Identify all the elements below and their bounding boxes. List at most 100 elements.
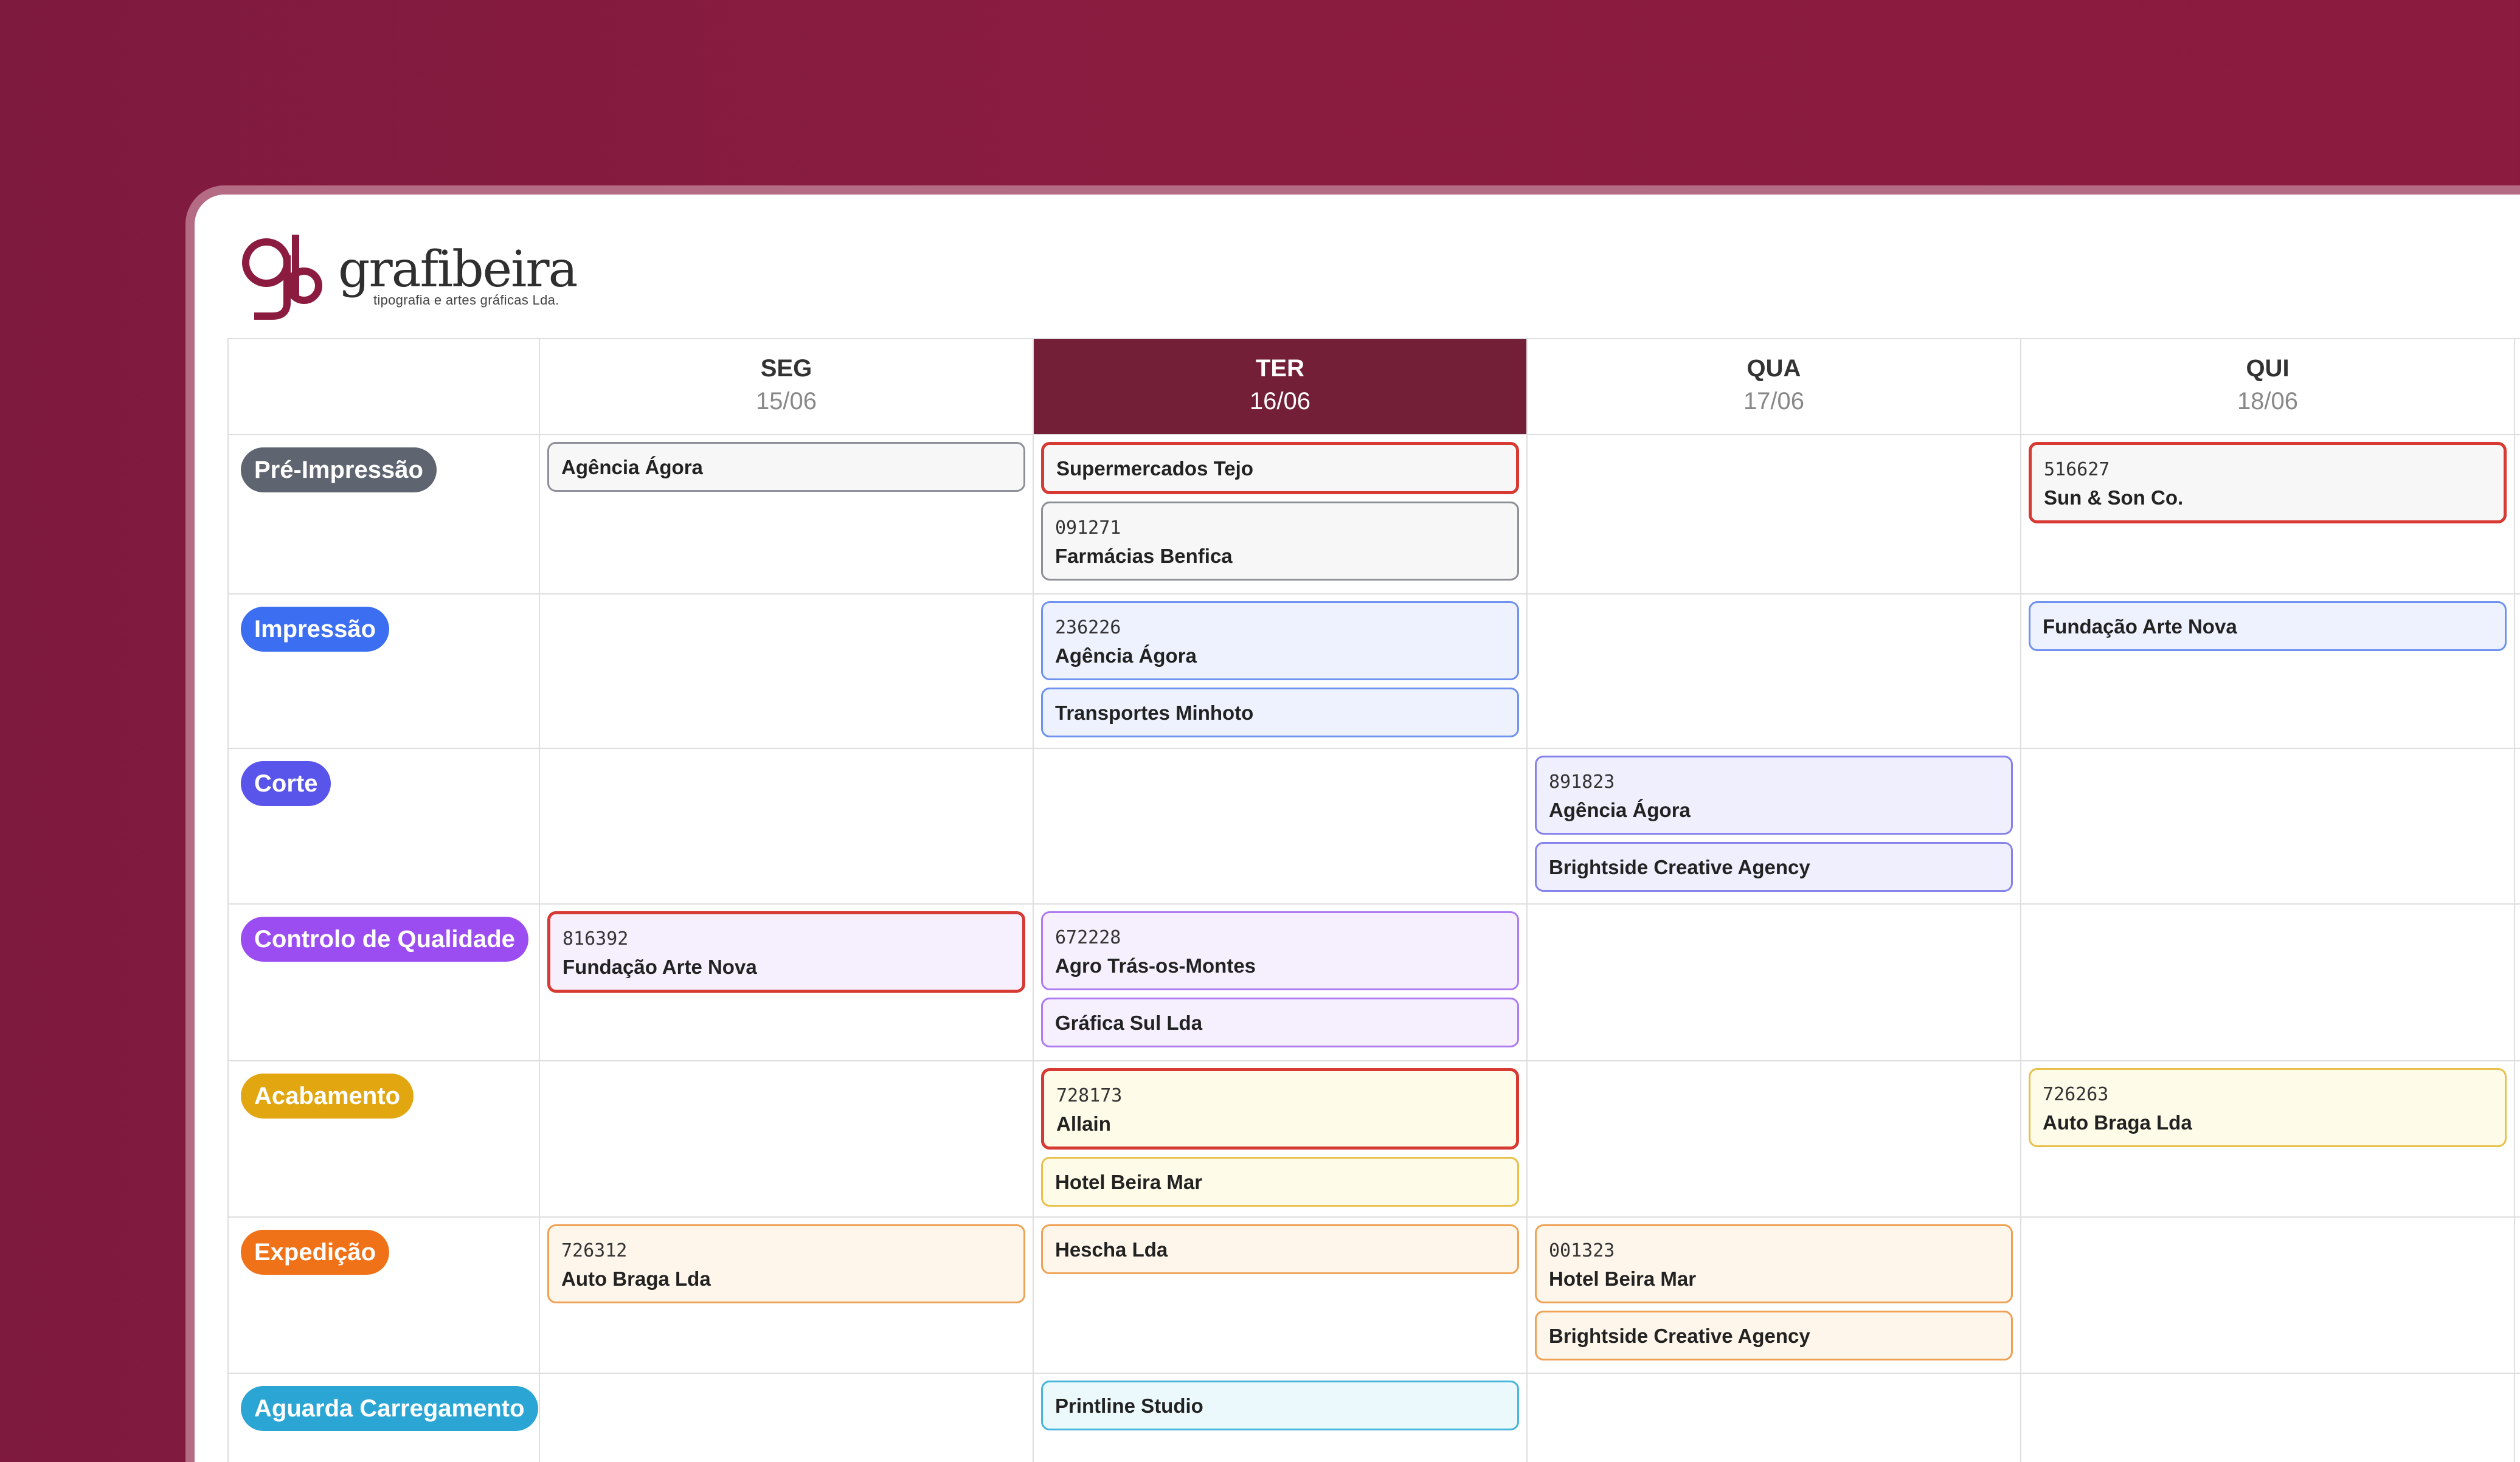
job-card[interactable]: Printline Studio (1041, 1381, 1519, 1430)
job-card[interactable]: Transportes Minhoto (1041, 688, 1519, 737)
brand-tagline: tipografia e artes gráficas Lda. (373, 292, 559, 308)
job-client: Brightside Creative Agency (1549, 856, 1810, 878)
day-cell: 516627 Sun & Son Co. (2021, 435, 2515, 595)
job-card[interactable]: Fundação Arte Nova (2029, 601, 2507, 651)
day-header-qui[interactable]: QUI 18/06 (2021, 339, 2515, 435)
day-cell (2021, 905, 2515, 1061)
stage-badge-controlo-qualidade: Controlo de Qualidade (241, 917, 528, 962)
job-client: Agência Ágora (561, 456, 703, 478)
stage-badge-corte: Corte (241, 761, 331, 806)
day-name: SEG (760, 355, 812, 382)
day-cell: Supermercados Tejo 091271 Farmácias Benf… (1034, 435, 1528, 595)
overflow-cell (2515, 749, 2520, 905)
day-header-ter[interactable]: TER 16/06 (1034, 339, 1528, 435)
job-client: Auto Braga Lda (2043, 1111, 2192, 1134)
stage-cell: Expedição (229, 1218, 540, 1374)
day-header-qua[interactable]: QUA 17/06 (1528, 339, 2021, 435)
stage-cell: Pré-Impressão (229, 435, 540, 595)
day-cell (2021, 1218, 2515, 1374)
day-cell (1528, 595, 2021, 749)
job-code: 001323 (1549, 1240, 1615, 1261)
job-code: 236226 (1055, 617, 1121, 638)
job-card[interactable]: 728173 Allain (1041, 1068, 1519, 1150)
day-cell (1528, 905, 2021, 1061)
stage-cell: Controlo de Qualidade (229, 905, 540, 1061)
day-date: 18/06 (2237, 388, 2299, 415)
day-cell: 236226 Agência Ágora Transportes Minhoto (1034, 595, 1528, 749)
stage-badge-acabamento: Acabamento (241, 1074, 414, 1119)
day-cell: Hescha Lda (1034, 1218, 1528, 1374)
job-card[interactable]: 516627 Sun & Son Co. (2029, 442, 2507, 523)
job-client: Sun & Son Co. (2044, 486, 2184, 509)
job-client: Printline Studio (1055, 1395, 1203, 1417)
job-code: 816392 (562, 928, 629, 950)
day-name: QUI (2246, 355, 2290, 382)
job-card[interactable]: 891823 Agência Ágora (1535, 756, 2013, 835)
overflow-cell (2515, 1218, 2520, 1374)
day-cell: 726312 Auto Braga Lda (540, 1218, 1034, 1374)
stage-cell: Acabamento (229, 1061, 540, 1218)
job-card[interactable]: 816392 Fundação Arte Nova (547, 911, 1025, 993)
job-card[interactable]: 236226 Agência Ágora (1041, 601, 1519, 680)
job-client: Hotel Beira Mar (1549, 1267, 1697, 1290)
job-card[interactable]: 001323 Hotel Beira Mar (1535, 1224, 2013, 1303)
stage-cell: Aguarda Carregamento (229, 1374, 540, 1462)
stage-badge-aguarda-carregamento: Aguarda Carregamento (241, 1386, 538, 1431)
overflow-cell (2515, 595, 2520, 749)
day-cell (1528, 1374, 2021, 1462)
job-code: 672228 (1055, 927, 1121, 948)
job-card[interactable]: 726312 Auto Braga Lda (547, 1224, 1025, 1303)
day-cell: 728173 Allain Hotel Beira Mar (1034, 1061, 1528, 1218)
day-cell (540, 595, 1034, 749)
job-client: Farmácias Benfica (1055, 545, 1233, 567)
gb-monogram-icon (242, 235, 322, 320)
job-card[interactable]: Gráfica Sul Lda (1041, 998, 1519, 1047)
day-date: 17/06 (1743, 388, 1805, 415)
job-client: Agência Ágora (1055, 644, 1197, 667)
day-cell: Printline Studio (1034, 1374, 1528, 1462)
job-card[interactable]: Supermercados Tejo (1041, 442, 1519, 494)
job-card[interactable]: Hescha Lda (1041, 1224, 1519, 1274)
day-header-seg[interactable]: SEG 15/06 (540, 339, 1034, 435)
job-card[interactable]: Brightside Creative Agency (1535, 1311, 2013, 1360)
job-code: 728173 (1056, 1085, 1123, 1106)
day-cell: 816392 Fundação Arte Nova (540, 905, 1034, 1061)
corner-cell (229, 339, 540, 435)
job-client: Hotel Beira Mar (1055, 1171, 1203, 1193)
job-card[interactable]: 672228 Agro Trás-os-Montes (1041, 911, 1519, 990)
day-cell (1528, 1061, 2021, 1218)
overflow-cell (2515, 1061, 2520, 1218)
day-cell: Fundação Arte Nova (2021, 595, 2515, 749)
job-client: Brightside Creative Agency (1549, 1325, 1810, 1347)
job-card[interactable]: Hotel Beira Mar (1041, 1157, 1519, 1207)
app-window: grafibeira tipografia e artes gráficas L… (185, 185, 2520, 1462)
day-name: TER (1256, 355, 1304, 382)
job-client: Fundação Arte Nova (2043, 615, 2237, 638)
overflow-cell (2515, 435, 2520, 595)
day-date: 16/06 (1249, 388, 1311, 415)
day-cell: 726263 Auto Braga Lda (2021, 1061, 2515, 1218)
overflow-cell (2515, 905, 2520, 1061)
day-header-overflow (2515, 339, 2520, 435)
brand-name: grafibeira (338, 241, 578, 298)
job-card[interactable]: Agência Ágora (547, 442, 1025, 492)
stage-badge-impressao: Impressão (241, 607, 390, 652)
job-client: Transportes Minhoto (1055, 702, 1254, 724)
stage-cell: Impressão (229, 595, 540, 749)
job-code: 726263 (2043, 1084, 2109, 1105)
job-client: Fundação Arte Nova (562, 956, 757, 978)
stage-badge-expedicao: Expedição (241, 1230, 390, 1275)
job-code: 726312 (561, 1240, 628, 1261)
stage-badge-pre-impressao: Pré-Impressão (241, 447, 437, 492)
stage-cell: Corte (229, 749, 540, 905)
job-client: Agência Ágora (1549, 799, 1691, 821)
job-client: Gráfica Sul Lda (1055, 1012, 1203, 1034)
job-card[interactable]: Brightside Creative Agency (1535, 842, 2013, 892)
day-cell: 001323 Hotel Beira Mar Brightside Creati… (1528, 1218, 2021, 1374)
job-card[interactable]: 091271 Farmácias Benfica (1041, 502, 1519, 581)
job-card[interactable]: 726263 Auto Braga Lda (2029, 1068, 2507, 1147)
job-code: 091271 (1055, 517, 1121, 539)
brand-logo: grafibeira tipografia e artes gráficas L… (237, 228, 578, 325)
day-cell: 672228 Agro Trás-os-Montes Gráfica Sul L… (1034, 905, 1528, 1061)
day-cell: Agência Ágora (540, 435, 1034, 595)
